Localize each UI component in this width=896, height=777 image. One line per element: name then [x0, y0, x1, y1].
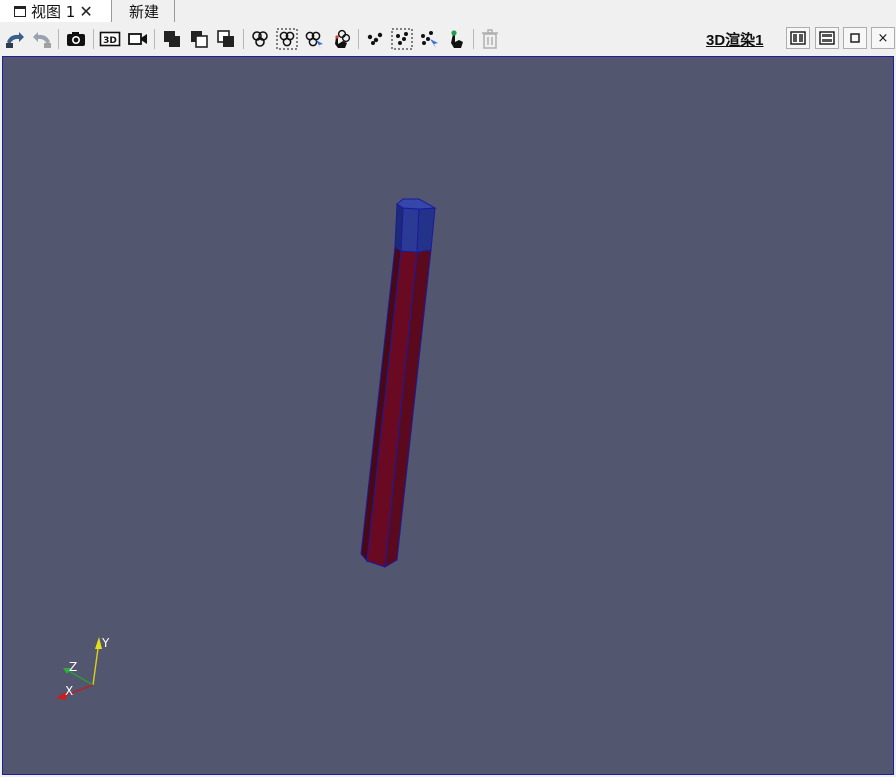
red-column-body: [360, 246, 432, 568]
hide-selected-icon[interactable]: [187, 27, 211, 51]
z-axis-label: Z: [69, 660, 77, 674]
select-cells-icon[interactable]: [248, 27, 272, 51]
tab-view-1[interactable]: 视图 1 ✕: [0, 0, 112, 22]
3d-icon[interactable]: 3D: [98, 27, 122, 51]
isolate-selected-icon[interactable]: [214, 27, 238, 51]
render-viewport[interactable]: Y Z X: [2, 56, 894, 775]
svg-text:3D: 3D: [103, 36, 117, 46]
select-cells-polygon-icon[interactable]: [302, 27, 326, 51]
maximize-button[interactable]: [843, 27, 867, 49]
select-points-icon[interactable]: [363, 27, 387, 51]
interactive-select-cells-icon[interactable]: [329, 27, 353, 51]
select-cells-box-icon[interactable]: [275, 27, 299, 51]
axes-orientation-widget: Y Z X: [56, 636, 110, 700]
interactive-select-points-icon[interactable]: [444, 27, 468, 51]
select-points-box-icon[interactable]: [390, 27, 414, 51]
view-title[interactable]: 3D渲染1: [706, 29, 764, 50]
y-axis-label: Y: [101, 636, 110, 650]
maximize-icon: [850, 33, 860, 43]
split-vertical-icon: [819, 31, 835, 45]
tab-label: 视图 1: [31, 2, 76, 21]
undo-camera-icon[interactable]: [3, 27, 27, 51]
3d-scene: Y Z X: [56, 198, 437, 700]
screenshot-camera-icon[interactable]: [64, 27, 88, 51]
y-axis-arrow: [95, 637, 102, 649]
tab-bar: 视图 1 ✕ 新建: [0, 0, 896, 22]
show-selected-icon[interactable]: [160, 27, 184, 51]
tab-new-label: 新建: [129, 2, 160, 21]
close-view-button[interactable]: ×: [871, 27, 895, 49]
split-vertical-button[interactable]: [815, 27, 839, 49]
tab-new[interactable]: 新建: [113, 0, 175, 22]
video-camera-icon[interactable]: [126, 27, 150, 51]
split-horizontal-button[interactable]: [786, 27, 810, 49]
tab-close-button[interactable]: ✕: [79, 2, 92, 21]
split-horizontal-icon: [790, 31, 806, 45]
blue-cap: [394, 198, 437, 253]
window-icon: [14, 5, 26, 17]
redo-camera-icon[interactable]: [30, 27, 54, 51]
x-axis-label: X: [65, 684, 73, 698]
clear-selection-icon[interactable]: [478, 27, 502, 51]
select-points-polygon-icon[interactable]: [417, 27, 441, 51]
